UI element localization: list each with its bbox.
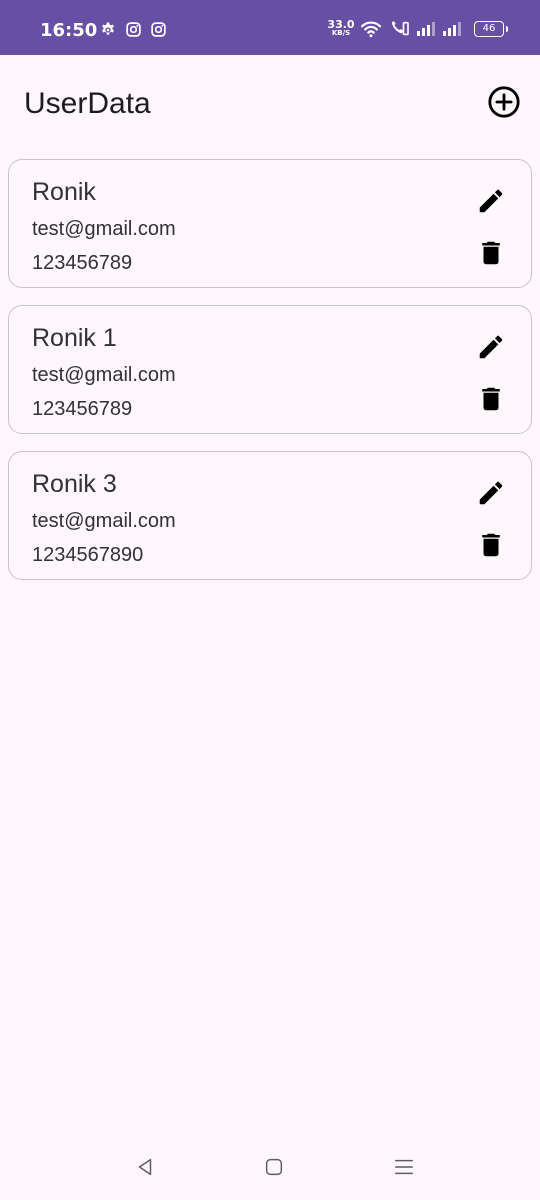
user-card: Ronik 3 test@gmail.com 1234567890: [8, 451, 532, 580]
trash-icon: [476, 384, 506, 418]
wifi-icon: [360, 20, 382, 38]
page-title: UserData: [24, 87, 151, 120]
add-user-button[interactable]: [484, 84, 524, 124]
user-phone: 1234567890: [32, 544, 144, 566]
system-navigation-bar: [0, 1136, 540, 1200]
pencil-icon: [476, 332, 506, 366]
user-phone: 123456789: [32, 252, 133, 274]
status-time: 16:50: [40, 20, 98, 41]
user-email: test@gmail.com: [32, 364, 176, 386]
notification-icons: [99, 21, 167, 39]
signal-strength-icon: [416, 21, 436, 37]
user-name: Ronik 1: [32, 324, 117, 352]
nav-recents-button[interactable]: [389, 1154, 419, 1184]
user-email: test@gmail.com: [32, 218, 176, 240]
trash-icon: [476, 238, 506, 272]
pencil-icon: [476, 478, 506, 512]
network-speed: 33.0 KB/S: [327, 18, 355, 38]
triangle-back-icon: [134, 1156, 156, 1182]
edit-user-button[interactable]: [472, 476, 510, 514]
settings-gear-icon: [99, 21, 117, 39]
rounded-square-home-icon: [263, 1156, 285, 1182]
user-phone: 123456789: [32, 398, 133, 420]
pencil-icon: [476, 186, 506, 220]
instagram-icon: [125, 21, 142, 39]
signal-strength-icon: [442, 21, 462, 37]
nav-back-button[interactable]: [130, 1154, 160, 1184]
delete-user-button[interactable]: [472, 236, 510, 274]
user-name: Ronik 3: [32, 470, 117, 498]
delete-user-button[interactable]: [472, 382, 510, 420]
user-email: test@gmail.com: [32, 510, 176, 532]
nav-home-button[interactable]: [259, 1154, 289, 1184]
status-bar: 16:50 33.0 KB/S 46: [0, 0, 540, 55]
user-card: Ronik test@gmail.com 123456789: [8, 159, 532, 288]
user-name: Ronik: [32, 178, 96, 206]
trash-icon: [476, 530, 506, 564]
user-card: Ronik 1 test@gmail.com 123456789: [8, 305, 532, 434]
add-circle-outline-icon: [487, 85, 521, 123]
battery-indicator: 46: [474, 21, 508, 37]
network-speed-value: 33.0: [327, 18, 355, 31]
edit-user-button[interactable]: [472, 184, 510, 222]
user-list: Ronik test@gmail.com 123456789 Ronik 1 t…: [8, 159, 532, 597]
three-lines-menu-icon: [393, 1156, 415, 1182]
delete-user-button[interactable]: [472, 528, 510, 566]
wifi-calling-icon: [388, 20, 410, 38]
instagram-icon: [150, 21, 167, 39]
system-icons: 46: [360, 20, 508, 38]
edit-user-button[interactable]: [472, 330, 510, 368]
